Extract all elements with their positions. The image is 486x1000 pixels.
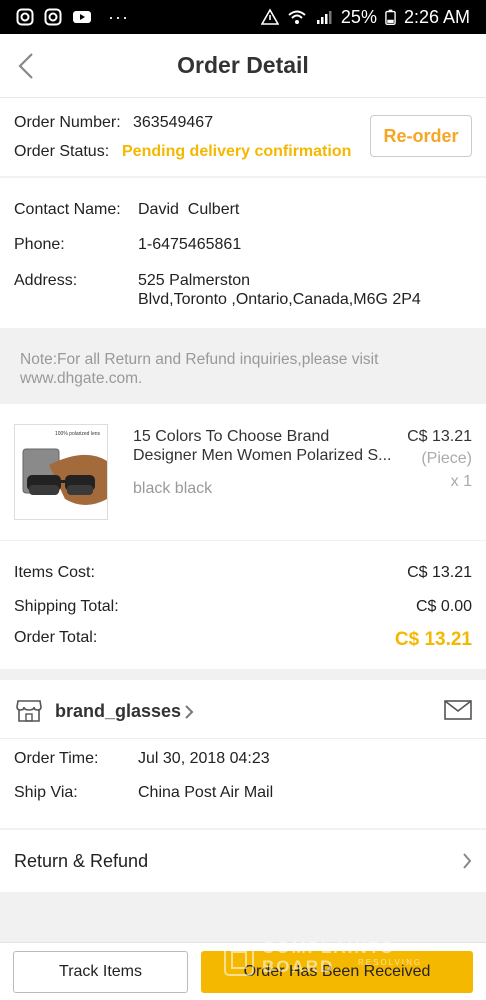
- product-title-line-2[interactable]: Designer Men Women Polarized S...: [133, 447, 391, 465]
- track-items-button[interactable]: Track Items: [13, 951, 188, 993]
- clock: 2:26 AM: [403, 6, 470, 27]
- cost-summary: Items Cost: C$ 13.21 Shipping Total: C$ …: [0, 541, 486, 669]
- shipping-total-label: Shipping Total:: [14, 598, 119, 615]
- product-unit: (Piece): [421, 450, 472, 467]
- ship-via-value: China Post Air Mail: [138, 784, 274, 801]
- order-time-value: Jul 30, 2018 04:23: [138, 750, 270, 767]
- return-refund-label[interactable]: Return & Refund: [14, 851, 148, 872]
- note-line-2: www.dhgate.com.: [20, 370, 143, 387]
- product-variant: black black: [133, 480, 213, 497]
- shipping-total-value: C$ 0.00: [415, 598, 472, 615]
- instagram-icon: [16, 8, 34, 26]
- address-label: Address:: [14, 272, 78, 289]
- product-item[interactable]: 100% polarized lens 15 Colors To Choose …: [0, 404, 486, 540]
- page-title: Order Detail: [177, 52, 309, 78]
- more-notifications: ···: [108, 6, 129, 27]
- items-cost-value: C$ 13.21: [407, 564, 472, 581]
- phone-value: 1-6475465861: [138, 236, 242, 253]
- store-link[interactable]: brand_glasses: [55, 701, 195, 722]
- sunglasses-image: [22, 448, 107, 505]
- signal-icon: [316, 11, 332, 24]
- order-total-value: C$ 13.21: [394, 629, 472, 650]
- contact-name: David Culbert: [138, 201, 240, 218]
- mail-icon[interactable]: [444, 700, 472, 720]
- items-cost-label: Items Cost:: [14, 564, 95, 581]
- battery-percent: 25%: [340, 6, 377, 27]
- product-price: C$ 13.21: [407, 428, 472, 445]
- battery-icon: [385, 9, 396, 26]
- ship-via-label: Ship Via:: [14, 784, 78, 801]
- address-line-2: Blvd,Toronto ,Ontario,Canada,M6G 2P4: [138, 291, 421, 308]
- order-status-label: Order Status:: [14, 143, 110, 160]
- chevron-right-icon: [185, 704, 194, 719]
- product-thumbnail[interactable]: 100% polarized lens: [14, 424, 108, 520]
- order-time-label: Order Time:: [14, 750, 99, 767]
- order-number-label: Order Number:: [14, 114, 121, 131]
- order-status: Pending delivery confirmation: [122, 143, 352, 160]
- product-title-line-1[interactable]: 15 Colors To Choose Brand: [133, 428, 329, 446]
- wifi-icon: [288, 10, 306, 24]
- divider: [0, 738, 486, 739]
- back-chevron-icon[interactable]: [12, 50, 44, 82]
- app-header: Order Detail: [0, 34, 486, 98]
- product-quantity: x 1: [450, 473, 472, 490]
- reorder-button[interactable]: Re-order: [370, 115, 472, 157]
- address-line-1: 525 Palmerston: [138, 272, 251, 289]
- status-bar: ··· 25% 2:26 AM: [0, 0, 486, 34]
- order-number: 363549467: [133, 114, 214, 131]
- youtube-icon: [73, 11, 91, 23]
- contact-info: Contact Name: David Culbert Phone: 1-647…: [0, 178, 486, 328]
- order-summary: Order Number: 363549467 Order Status: Pe…: [0, 98, 486, 176]
- order-total-label: Order Total:: [14, 629, 98, 646]
- return-refund-row[interactable]: Return & Refund: [0, 830, 486, 892]
- store-icon: [16, 700, 42, 722]
- instagram-icon: [44, 8, 62, 26]
- contact-name-label: Contact Name:: [14, 201, 121, 218]
- chevron-right-icon: [463, 853, 472, 869]
- order-received-button[interactable]: Order Has Been Received: [201, 951, 473, 993]
- bottom-action-bar: Track Items Order Has Been Received: [0, 942, 486, 1000]
- refund-note: Note:For all Return and Refund inquiries…: [0, 330, 486, 404]
- alert-icon: [260, 8, 279, 25]
- store-info: brand_glasses Order Time: Jul 30, 2018 0…: [0, 680, 486, 828]
- note-line-1: Note:For all Return and Refund inquiries…: [20, 351, 379, 368]
- phone-label: Phone:: [14, 236, 65, 253]
- store-name[interactable]: brand_glasses: [55, 701, 181, 722]
